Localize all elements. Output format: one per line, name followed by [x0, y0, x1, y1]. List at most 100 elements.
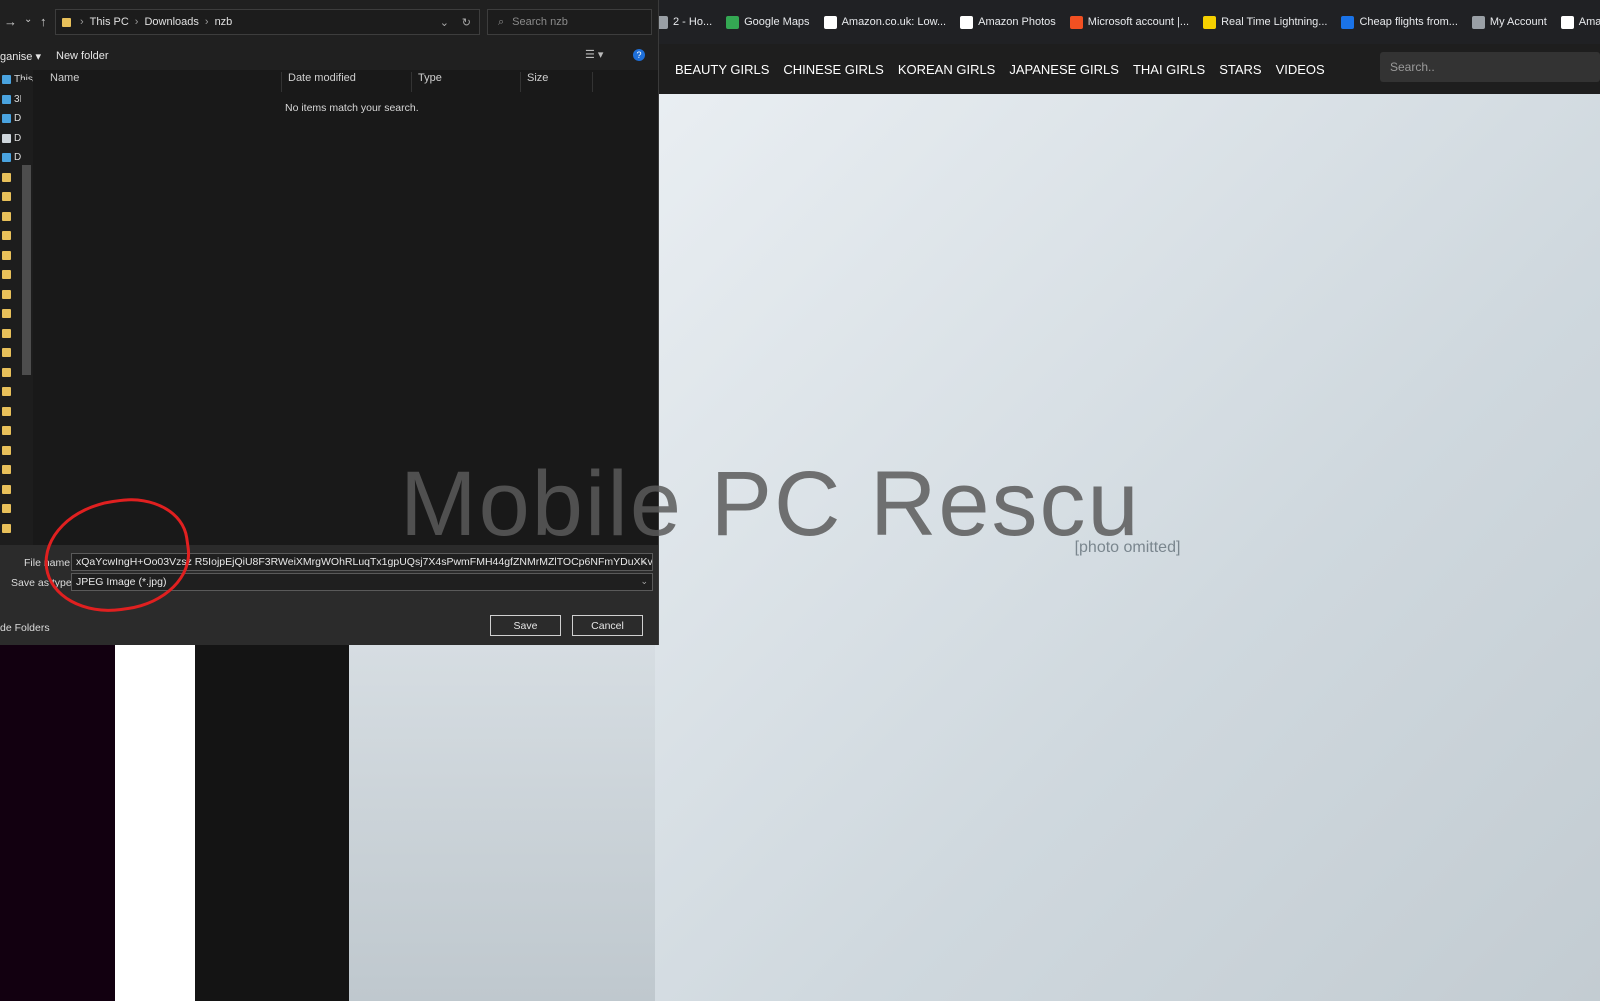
drive-icon [2, 114, 11, 124]
bookmark-label: Amazon.co.uk: Low... [841, 16, 947, 28]
file-name-input[interactable]: xQaYcwIngH+Oo03Vzsz R5IojpEjQiU8F3RWeiXM… [71, 553, 653, 571]
plane-icon [1341, 15, 1355, 29]
amazon-icon [960, 15, 974, 29]
command-bar: ganise ▾ New folder ☰ ▾ ? [0, 44, 658, 70]
site-nav-link[interactable]: STARS [1219, 62, 1261, 77]
amazon-icon [823, 15, 837, 29]
site-nav: BEAUTY GIRLS CHINESE GIRLS KOREAN GIRLS JAP… [655, 44, 1600, 94]
column-size[interactable]: Size [521, 72, 593, 92]
page-icon [1471, 15, 1485, 29]
column-type[interactable]: Type [412, 72, 521, 92]
chevron-down-icon[interactable]: ⌄ [440, 16, 449, 29]
breadcrumb-downloads[interactable]: Downloads [144, 16, 198, 28]
bookmark-label: Microsoft account |... [1087, 16, 1190, 28]
bookmark-label: Real Time Lightning... [1221, 16, 1328, 28]
folder-icon [2, 231, 11, 241]
cancel-button[interactable]: Cancel [572, 615, 643, 636]
bookmark-item[interactable]: Amazon.co.uk: Low... [823, 15, 947, 29]
search-icon: ⌕ [498, 15, 505, 28]
up-arrow-icon[interactable]: ↑ [40, 14, 47, 29]
refresh-icon[interactable]: ↻ [462, 16, 471, 29]
folder-icon [2, 309, 11, 319]
bookmark-label: My Account [1489, 16, 1547, 28]
site-nav-link[interactable]: VIDEOS [1276, 62, 1325, 77]
folder-icon [2, 426, 11, 436]
chevron-down-icon[interactable]: ⌄ [24, 14, 32, 25]
save-button[interactable]: Save [490, 615, 561, 636]
amazon-icon [1560, 15, 1574, 29]
search-placeholder: Search nzb [512, 16, 568, 28]
new-folder-button[interactable]: New folder [56, 50, 109, 62]
bookmarks-bar: 2 - Ho... Google Maps Amazon.co.uk: Low...… [655, 0, 1600, 44]
folder-icon [2, 348, 11, 358]
folder-icon [2, 367, 11, 377]
folder-icon [2, 270, 11, 280]
download-icon [2, 153, 11, 163]
folder-icon [2, 504, 11, 514]
bookmark-item[interactable]: Microsoft account |... [1069, 15, 1190, 29]
site-nav-link[interactable]: THAI GIRLS [1133, 62, 1205, 77]
folder-icon [62, 17, 71, 27]
save-dialog: → ⌄ ↑ › This PC › Downloads › nzb ⌄ ↻ ⌕ … [0, 0, 659, 645]
hide-folders-button[interactable]: de Folders [0, 622, 50, 634]
organise-label: ganise [0, 51, 33, 63]
site-search-input[interactable]: Search.. [1380, 52, 1600, 82]
save-as-type-value: JPEG Image (*.jpg) [76, 576, 167, 588]
maps-pin-icon [726, 15, 740, 29]
view-options-icon[interactable]: ☰ ▾ [585, 48, 603, 61]
help-icon[interactable]: ? [633, 49, 645, 61]
folder-icon [2, 484, 11, 494]
chevron-down-icon[interactable]: ⌄ [640, 556, 648, 567]
breadcrumb-this-pc[interactable]: This PC [90, 16, 129, 28]
bookmark-label: Cheap flights from... [1359, 16, 1458, 28]
folder-icon [2, 523, 11, 533]
chevron-down-icon[interactable]: ⌄ [640, 576, 648, 587]
drive-icon [2, 94, 11, 104]
bookmark-item[interactable]: 2 - Ho... [655, 15, 713, 29]
breadcrumb-nzb[interactable]: nzb [215, 16, 233, 28]
folder-icon [2, 250, 11, 260]
bookmark-item[interactable]: Cheap flights from... [1341, 15, 1458, 29]
column-name[interactable]: Name [44, 72, 282, 92]
save-as-type-select[interactable]: JPEG Image (*.jpg) ⌄ [71, 573, 653, 591]
nav-scrollbar[interactable] [21, 80, 32, 535]
bookmark-label: Amazon Photos [978, 16, 1056, 28]
address-bar[interactable]: › This PC › Downloads › nzb ⌄ ↻ [55, 9, 480, 35]
photo-placeholder: [photo omitted] [655, 94, 1600, 1001]
scrollbar-thumb[interactable] [22, 165, 31, 375]
address-row: → ⌄ ↑ › This PC › Downloads › nzb ⌄ ↻ ⌕ … [0, 0, 658, 44]
organise-button[interactable]: ganise ▾ [0, 50, 41, 63]
bookmark-item[interactable]: Real Time Lightning... [1203, 15, 1328, 29]
bookmark-item[interactable]: My Account [1471, 15, 1547, 29]
bookmark-label: 2 - Ho... [673, 16, 713, 28]
folder-icon [2, 328, 11, 338]
column-headers: Name Date modified Type Size [44, 70, 604, 92]
empty-message: No items match your search. [285, 102, 419, 114]
search-input[interactable]: ⌕ Search nzb [487, 9, 652, 35]
folder-icon [2, 192, 11, 202]
bookmark-item[interactable]: Google Maps [726, 15, 810, 29]
site-nav-link[interactable]: BEAUTY GIRLS [675, 62, 769, 77]
column-date-modified[interactable]: Date modified [282, 72, 412, 92]
file-name-value: xQaYcwIngH+Oo03Vzsz R5IojpEjQiU8F3RWeiXM… [76, 556, 653, 568]
folder-icon [2, 445, 11, 455]
folder-icon [2, 289, 11, 299]
thumbnail-strip [115, 645, 195, 1001]
document-icon [2, 133, 11, 143]
bookmark-label: Amazon [1578, 16, 1600, 28]
folder-icon [2, 465, 11, 475]
bookmark-item[interactable]: Amazon [1560, 15, 1600, 29]
site-nav-link[interactable]: KOREAN GIRLS [898, 62, 996, 77]
forward-icon[interactable]: → [4, 14, 17, 29]
photo-note: [photo omitted] [1074, 538, 1181, 556]
site-nav-link[interactable]: CHINESE GIRLS [783, 62, 883, 77]
computer-icon [2, 75, 11, 85]
folder-icon [2, 172, 11, 182]
folder-icon [2, 387, 11, 397]
bookmark-item[interactable]: Amazon Photos [960, 15, 1056, 29]
folder-icon [2, 211, 11, 221]
lightning-icon [1203, 15, 1217, 29]
site-nav-link[interactable]: JAPANESE GIRLS [1009, 62, 1119, 77]
photo-placeholder-lower [349, 645, 655, 1001]
save-as-type-label: Save as type: [11, 577, 75, 589]
